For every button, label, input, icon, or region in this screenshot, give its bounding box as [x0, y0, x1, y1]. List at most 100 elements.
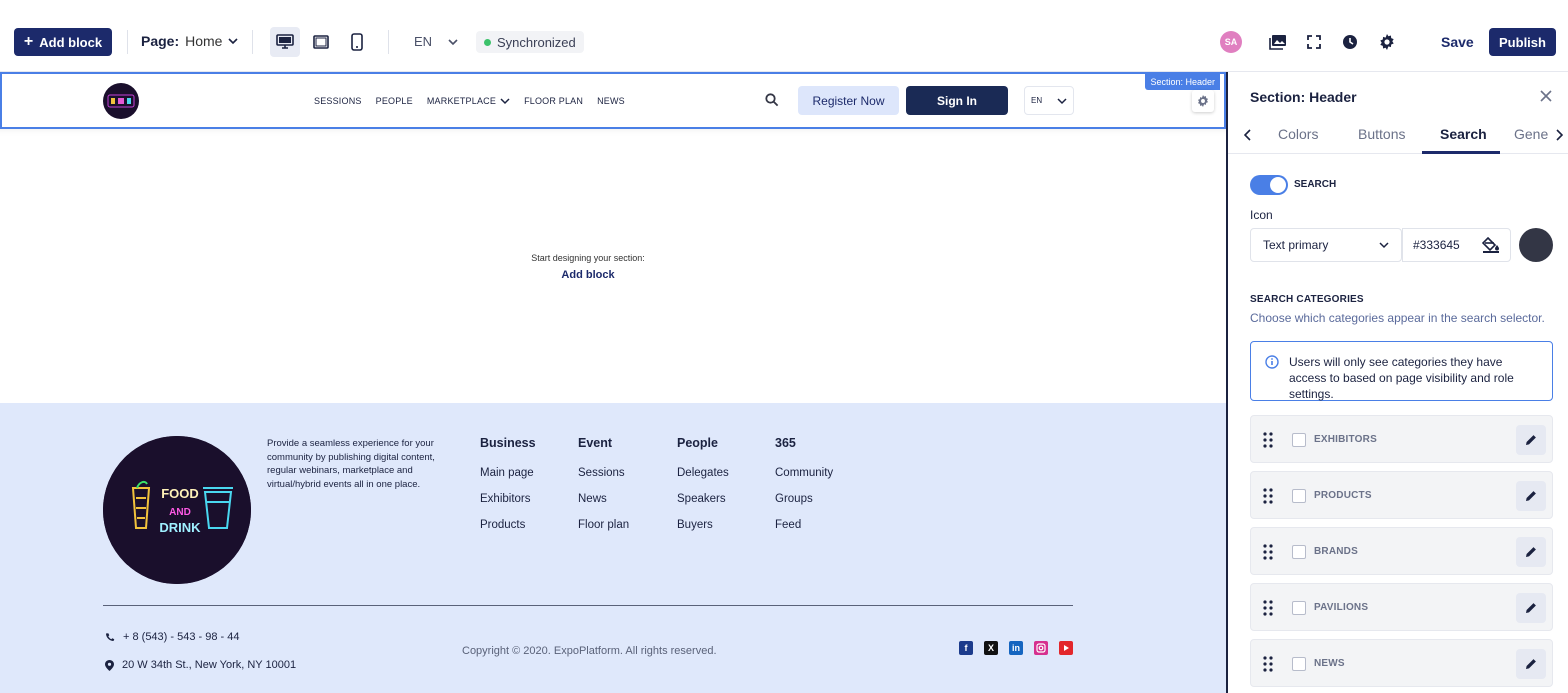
drag-handle-icon[interactable]	[1263, 488, 1273, 504]
edit-category-button[interactable]	[1516, 425, 1546, 455]
location-pin-icon	[105, 659, 114, 671]
footer-link[interactable]: Buyers	[677, 519, 729, 531]
social-links: f X in	[959, 641, 1073, 655]
footer-column-title: Event	[578, 436, 613, 450]
drag-handle-icon[interactable]	[1263, 656, 1273, 672]
category-checkbox[interactable]	[1292, 489, 1306, 503]
site-header-section[interactable]: Section: Header SESSIONS PEOPLE MARKETPL…	[0, 72, 1226, 129]
x-twitter-icon[interactable]: X	[984, 641, 998, 655]
site-search-button[interactable]	[765, 93, 779, 112]
search-categories-subtitle: Choose which categories appear in the se…	[1250, 311, 1545, 325]
fullscreen-button[interactable]	[1304, 32, 1324, 52]
desktop-view-button[interactable]	[270, 27, 300, 57]
edit-category-button[interactable]	[1516, 649, 1546, 679]
nav-sessions[interactable]: SESSIONS	[314, 96, 362, 106]
mobile-view-button[interactable]	[342, 27, 372, 57]
footer-link[interactable]: Floor plan	[578, 519, 629, 531]
drag-handle-icon[interactable]	[1263, 432, 1273, 448]
category-name: NEWS	[1314, 658, 1345, 669]
category-name: EXHIBITORS	[1314, 434, 1377, 445]
edit-category-button[interactable]	[1516, 537, 1546, 567]
category-checkbox[interactable]	[1292, 657, 1306, 671]
settings-button[interactable]	[1377, 32, 1397, 52]
footer-link[interactable]: Feed	[775, 519, 833, 531]
footer-description: Provide a seamless experience for your c…	[267, 438, 435, 490]
footer-column-business: Business Main page Exhibitors Products	[480, 436, 536, 545]
images-icon	[1269, 35, 1286, 50]
section-settings-panel: Section: Header Colors Buttons Search Ge…	[1226, 72, 1568, 693]
nav-news[interactable]: NEWS	[597, 96, 625, 106]
paint-bucket-icon	[1482, 237, 1499, 253]
register-now-button[interactable]: Register Now	[798, 86, 899, 115]
footer-link[interactable]: Products	[480, 519, 536, 531]
section-settings-button[interactable]	[1192, 90, 1214, 112]
sign-in-button[interactable]: Sign In	[906, 86, 1008, 115]
search-icon	[765, 93, 779, 107]
icon-color-swatch[interactable]	[1519, 228, 1553, 262]
close-panel-button[interactable]	[1540, 89, 1552, 107]
language-selector[interactable]: EN	[414, 34, 458, 49]
clock-icon	[1343, 35, 1357, 49]
category-checkbox[interactable]	[1292, 433, 1306, 447]
tab-general[interactable]: Gene	[1514, 126, 1550, 142]
category-row: PRODUCTS	[1250, 471, 1553, 519]
tablet-view-button[interactable]	[306, 27, 336, 57]
site-nav: SESSIONS PEOPLE MARKETPLACE FLOOR PLAN N…	[314, 96, 625, 106]
tab-colors[interactable]: Colors	[1278, 126, 1318, 142]
tabs-scroll-right-button[interactable]	[1555, 128, 1564, 146]
footer-link[interactable]: Groups	[775, 493, 833, 505]
linkedin-icon[interactable]: in	[1009, 641, 1023, 655]
info-icon	[1265, 355, 1279, 369]
instagram-glyph	[1036, 643, 1046, 653]
gear-icon	[1380, 34, 1394, 50]
footer-link[interactable]: Exhibitors	[480, 493, 536, 505]
footer-link[interactable]: Sessions	[578, 467, 629, 479]
nav-floor-plan[interactable]: FLOOR PLAN	[524, 96, 583, 106]
nav-people[interactable]: PEOPLE	[376, 96, 413, 106]
tab-search[interactable]: Search	[1440, 126, 1487, 142]
category-checkbox[interactable]	[1292, 545, 1306, 559]
tab-buttons[interactable]: Buttons	[1358, 126, 1405, 142]
youtube-icon[interactable]	[1059, 641, 1073, 655]
footer-link[interactable]: News	[578, 493, 629, 505]
gear-icon	[1197, 95, 1209, 107]
category-checkbox[interactable]	[1292, 601, 1306, 615]
drag-handle-icon[interactable]	[1263, 544, 1273, 560]
search-toggle-label: SEARCH	[1294, 179, 1337, 190]
footer-link[interactable]: Main page	[480, 467, 536, 479]
save-button[interactable]: Save	[1441, 34, 1474, 50]
add-block-button[interactable]: + Add block	[14, 28, 112, 56]
page-selector[interactable]: Page: Home	[141, 33, 239, 49]
icon-color-select[interactable]: Text primary	[1250, 228, 1402, 262]
site-logo[interactable]	[103, 83, 139, 119]
edit-category-button[interactable]	[1516, 481, 1546, 511]
chevron-right-icon	[1556, 129, 1564, 141]
drag-handle-icon[interactable]	[1263, 600, 1273, 616]
edit-category-button[interactable]	[1516, 593, 1546, 623]
pencil-icon	[1526, 659, 1536, 669]
active-tab-indicator	[1422, 151, 1500, 154]
icon-hex-input[interactable]: #333645	[1402, 228, 1511, 262]
user-avatar[interactable]: SA	[1220, 31, 1242, 53]
media-library-button[interactable]	[1268, 32, 1288, 52]
site-language-selector[interactable]: EN	[1024, 86, 1074, 115]
facebook-icon[interactable]: f	[959, 641, 973, 655]
history-button[interactable]	[1340, 32, 1360, 52]
footer-link[interactable]: Delegates	[677, 467, 729, 479]
plus-icon: +	[23, 33, 34, 50]
mobile-icon	[351, 33, 363, 51]
search-toggle[interactable]	[1250, 175, 1288, 195]
footer-column-title: 365	[775, 436, 796, 450]
publish-button[interactable]: Publish	[1489, 28, 1556, 56]
footer-link[interactable]: Speakers	[677, 493, 729, 505]
instagram-icon[interactable]	[1034, 641, 1048, 655]
tabs-scroll-left-button[interactable]	[1243, 128, 1252, 146]
footer-link[interactable]: Community	[775, 467, 833, 479]
nav-marketplace[interactable]: MARKETPLACE	[427, 96, 510, 106]
status-dot	[484, 38, 491, 46]
footer-column-people: People Delegates Speakers Buyers	[677, 436, 729, 545]
empty-section-add-block-link[interactable]: Add block	[0, 269, 1176, 281]
divider	[388, 30, 389, 54]
category-row: BRANDS	[1250, 527, 1553, 575]
divider	[252, 30, 253, 54]
